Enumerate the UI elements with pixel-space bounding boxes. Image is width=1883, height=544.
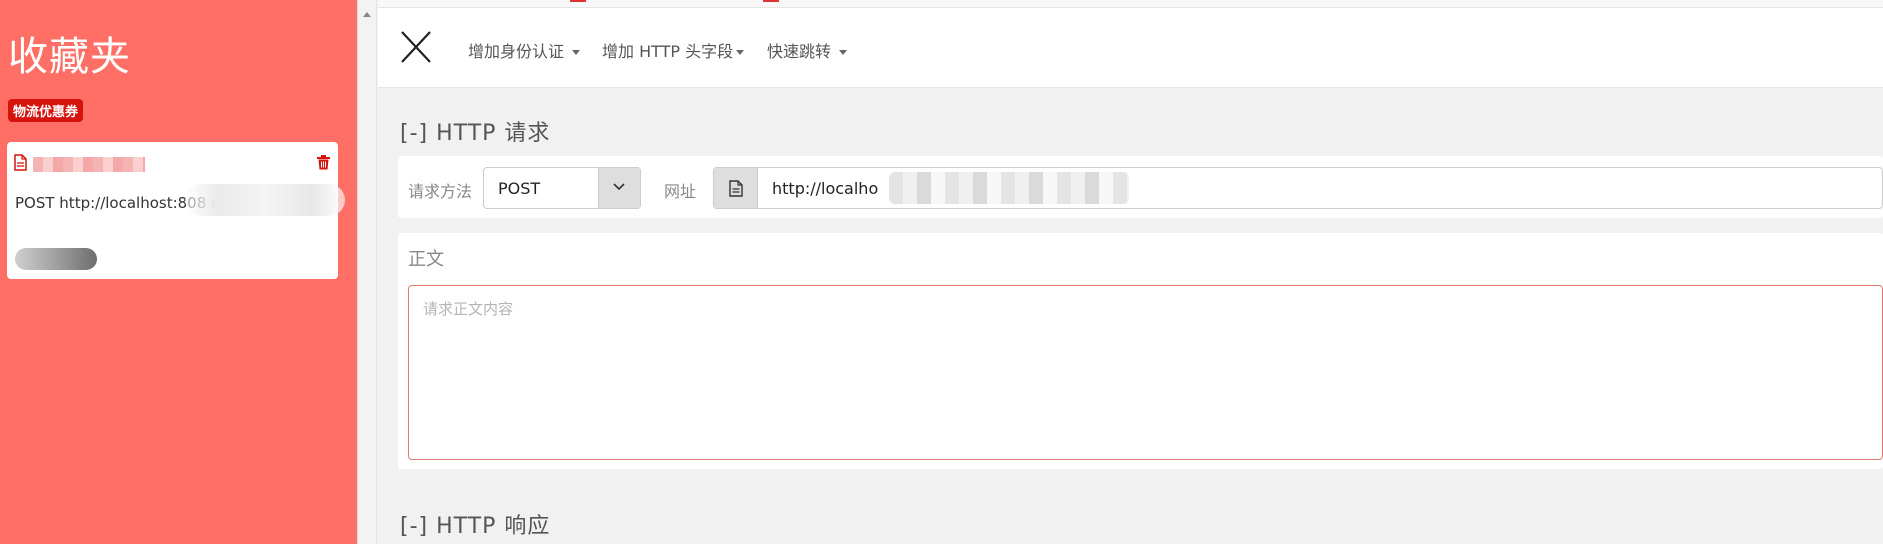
request-row: 请求方法 POST 网址	[398, 156, 1883, 218]
toolbar: 增加身份认证 增加 HTTP 头字段 快速跳转	[378, 8, 1883, 88]
app-root: 收藏夹 物流优惠券 POST http://localhost:808 ut 增…	[0, 0, 1883, 544]
response-section-heading[interactable]: [-] HTTP 响应	[400, 508, 550, 540]
top-mark	[570, 0, 586, 2]
method-dropdown-toggle[interactable]	[598, 168, 640, 208]
favorite-card[interactable]: POST http://localhost:808 ut	[7, 142, 345, 279]
method-select[interactable]: POST	[483, 167, 641, 209]
body-panel: 正文	[398, 233, 1883, 469]
top-mark	[763, 0, 779, 2]
method-value: POST	[498, 179, 541, 198]
sidebar-scrollbar[interactable]	[357, 0, 377, 544]
scroll-up-icon[interactable]	[363, 12, 371, 17]
url-input-group	[713, 167, 1883, 209]
chevron-down-icon	[736, 50, 745, 55]
sidebar-title: 收藏夹	[8, 34, 131, 80]
body-label: 正文	[408, 249, 444, 270]
favorite-meta-redacted	[15, 248, 97, 270]
url-redacted	[889, 172, 1129, 204]
url-label: 网址	[664, 182, 697, 201]
tag-badge[interactable]: 物流优惠券	[8, 99, 84, 122]
document-icon	[729, 180, 743, 197]
method-label: 请求方法	[408, 182, 473, 201]
top-border	[378, 0, 1883, 8]
favorites-sidebar: 收藏夹 物流优惠券 POST http://localhost:808 ut	[0, 0, 357, 544]
body-textarea[interactable]	[408, 285, 1883, 460]
add-auth-menu[interactable]: 增加身份认证	[468, 38, 581, 62]
favorite-name-redacted	[33, 157, 145, 172]
quick-jump-label: 快速跳转	[767, 42, 832, 61]
chevron-down-icon	[839, 50, 848, 55]
add-header-menu[interactable]: 增加 HTTP 头字段	[602, 38, 745, 62]
favorite-url-redacted	[185, 184, 345, 216]
add-auth-label: 增加身份认证	[468, 42, 565, 61]
chevron-down-icon	[572, 50, 581, 55]
trash-icon[interactable]	[317, 155, 330, 170]
add-header-label: 增加 HTTP 头字段	[602, 42, 734, 61]
url-addon[interactable]	[714, 168, 758, 208]
quick-jump-menu[interactable]: 快速跳转	[767, 38, 848, 62]
request-section-heading[interactable]: [-] HTTP 请求	[400, 115, 550, 147]
chevron-down-icon	[613, 183, 625, 191]
close-icon[interactable]	[400, 30, 432, 64]
document-icon	[14, 154, 27, 171]
